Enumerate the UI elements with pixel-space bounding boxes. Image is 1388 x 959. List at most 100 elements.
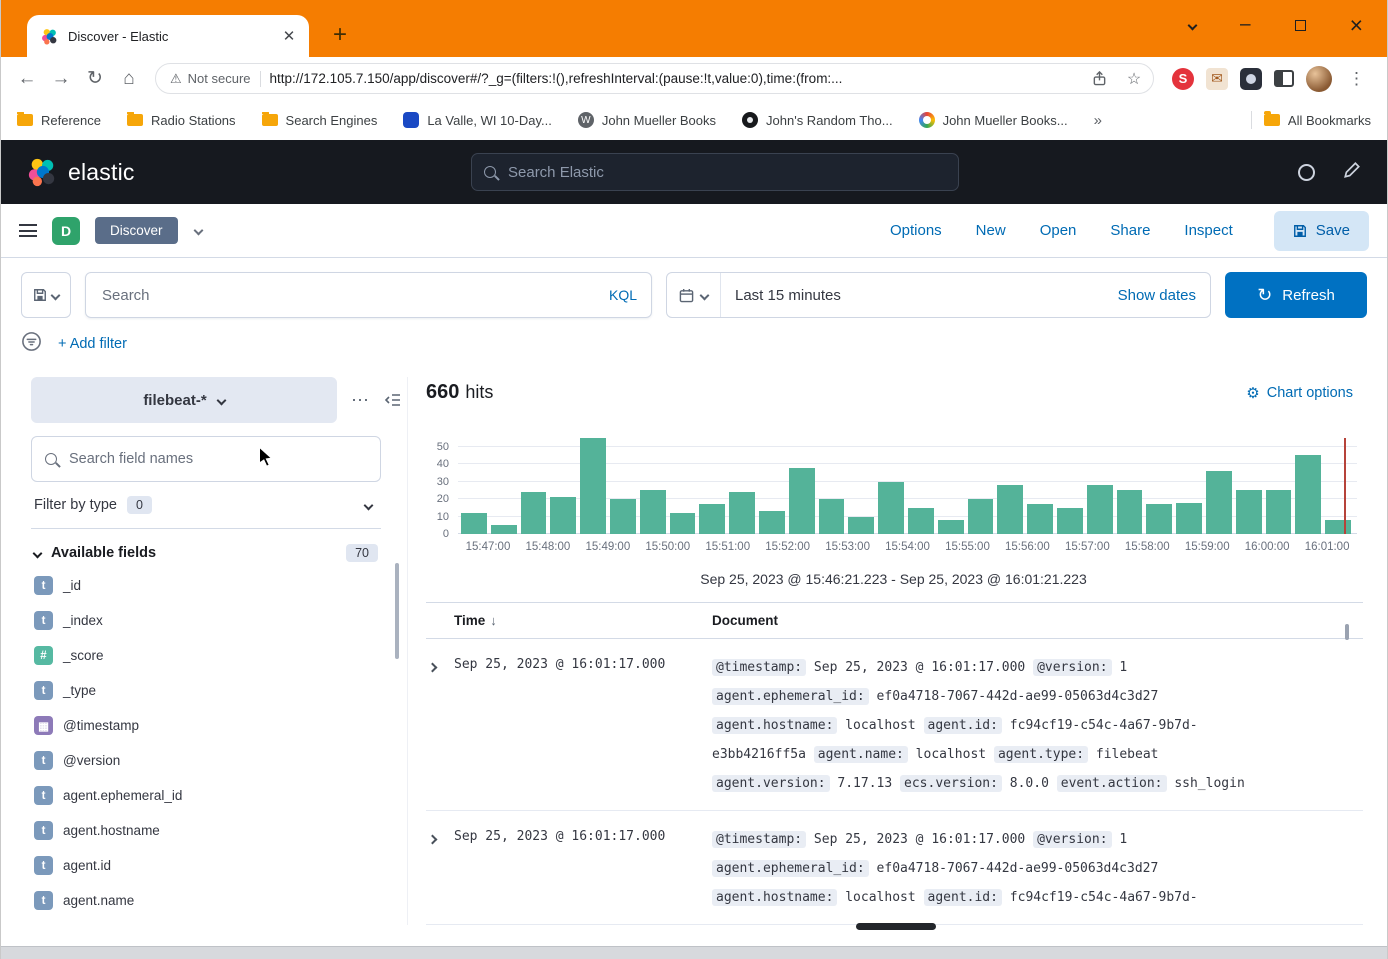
appbar-link-new[interactable]: New	[976, 222, 1006, 239]
histogram-bar[interactable]	[1176, 503, 1202, 534]
back-button[interactable]: ←	[11, 63, 43, 95]
forward-button[interactable]: →	[45, 63, 77, 95]
address-bar[interactable]: ⚠ Not secure http://172.105.7.150/app/di…	[155, 63, 1154, 94]
histogram-bar[interactable]	[580, 438, 606, 534]
histogram-bar[interactable]	[819, 499, 845, 534]
appbar-link-options[interactable]: Options	[890, 222, 942, 239]
profile-avatar[interactable]	[1306, 66, 1332, 92]
field-list-item[interactable]: ▦ @timestamp	[31, 708, 381, 743]
expand-row-button[interactable]	[426, 653, 454, 798]
bookmark-item[interactable]: John Mueller Books	[578, 112, 716, 128]
filter-icon[interactable]	[21, 331, 42, 357]
histogram-bar[interactable]	[908, 508, 934, 534]
histogram-bar[interactable]	[1087, 485, 1113, 534]
time-range-label[interactable]: Last 15 minutes	[721, 287, 1118, 304]
horizontal-scrollbar-thumb[interactable]	[856, 923, 936, 930]
space-badge[interactable]: D	[52, 217, 80, 245]
elastic-logo[interactable]: elastic	[27, 157, 135, 187]
histogram-bar[interactable]	[1266, 490, 1292, 534]
window-close-button[interactable]: ×	[1350, 17, 1363, 33]
window-maximize-button[interactable]	[1295, 20, 1306, 31]
histogram-bar[interactable]	[1206, 471, 1232, 534]
chart-options-button[interactable]: ⚙ Chart options	[1246, 384, 1361, 402]
help-icon[interactable]	[1298, 164, 1315, 181]
histogram-bar[interactable]	[1295, 455, 1321, 534]
bookmark-item[interactable]: John's Random Tho...	[742, 112, 893, 128]
global-search[interactable]	[471, 153, 959, 191]
browser-menu-icon[interactable]: ⋮	[1344, 69, 1369, 89]
sort-descending-icon[interactable]: ↓	[490, 613, 497, 628]
field-search-input[interactable]	[67, 450, 367, 468]
breadcrumb[interactable]: Discover	[95, 217, 178, 244]
histogram-bar[interactable]	[968, 499, 994, 534]
collapse-sidebar-icon[interactable]	[384, 392, 402, 408]
kql-search-input[interactable]	[100, 286, 600, 305]
mail-extension-icon[interactable]: ✉	[1206, 68, 1228, 90]
field-list-item[interactable]: t agent.id	[31, 848, 381, 883]
histogram-bar[interactable]	[521, 492, 547, 534]
histogram-bar[interactable]	[1146, 504, 1172, 534]
tab-search-chevron-icon[interactable]	[1188, 20, 1198, 30]
histogram-bar[interactable]	[1057, 508, 1083, 534]
histogram-bar[interactable]	[848, 517, 874, 534]
date-picker-quick-menu[interactable]	[667, 273, 721, 317]
field-list-item[interactable]: t _type	[31, 673, 381, 708]
show-dates-button[interactable]: Show dates	[1118, 287, 1210, 304]
field-list-item[interactable]: t agent.name	[31, 883, 381, 918]
histogram-bar[interactable]	[670, 513, 696, 534]
kql-language-button[interactable]: KQL	[609, 287, 637, 303]
filter-by-type[interactable]: Filter by type 0	[31, 482, 381, 529]
saved-query-button[interactable]	[21, 272, 71, 318]
field-list-item[interactable]: t @version	[31, 743, 381, 778]
bookmark-item[interactable]: Search Engines	[262, 113, 378, 128]
kql-search-box[interactable]: KQL	[85, 272, 652, 318]
vertical-scrollbar-thumb[interactable]	[1345, 624, 1349, 640]
appbar-link-open[interactable]: Open	[1040, 222, 1077, 239]
share-icon[interactable]	[1086, 71, 1112, 86]
field-list-item[interactable]: t agent.hostname	[31, 813, 381, 848]
save-button[interactable]: Save	[1274, 211, 1369, 251]
histogram-bar[interactable]	[1117, 490, 1143, 534]
field-list-item[interactable]: t _index	[31, 603, 381, 638]
histogram-bar[interactable]	[550, 497, 576, 534]
bookmarks-overflow-button[interactable]: »	[1094, 112, 1102, 129]
histogram-bar[interactable]	[640, 490, 666, 534]
field-list-item[interactable]: t agent.ephemeral_id	[31, 778, 381, 813]
field-list-item[interactable]: t _id	[31, 568, 381, 603]
histogram-bar[interactable]	[1236, 490, 1262, 534]
time-column-header[interactable]: Time ↓	[426, 613, 712, 628]
dark-extension-icon[interactable]	[1240, 68, 1262, 90]
appbar-link-inspect[interactable]: Inspect	[1184, 222, 1232, 239]
bookmark-item[interactable]: La Valle, WI 10-Day...	[403, 112, 552, 128]
histogram-bar[interactable]	[1027, 504, 1053, 534]
bookmark-star-icon[interactable]: ☆	[1121, 69, 1147, 89]
available-fields-header[interactable]: Available fields 70	[31, 529, 381, 568]
histogram-bar[interactable]	[789, 468, 815, 534]
bookmark-item[interactable]: John Mueller Books...	[919, 112, 1068, 128]
histogram-bar[interactable]	[699, 504, 725, 534]
side-panel-icon[interactable]	[1274, 70, 1294, 87]
histogram-bar[interactable]	[491, 525, 517, 534]
bookmark-item[interactable]: Reference	[17, 113, 101, 128]
new-tab-button[interactable]: +	[325, 20, 355, 50]
histogram-bar[interactable]	[878, 482, 904, 534]
histogram-bar[interactable]	[461, 513, 487, 534]
global-search-input[interactable]	[506, 163, 946, 182]
field-options-icon[interactable]: ⋯	[351, 395, 370, 405]
window-minimize-button[interactable]: –	[1240, 20, 1251, 30]
bookmark-item[interactable]: Radio Stations	[127, 113, 236, 128]
histogram-bar[interactable]	[729, 492, 755, 534]
url-text[interactable]: http://172.105.7.150/app/discover#/?_g=(…	[270, 71, 1077, 86]
histogram-bar[interactable]	[997, 485, 1023, 534]
all-bookmarks-button[interactable]: All Bookmarks	[1264, 113, 1371, 128]
field-search-box[interactable]	[31, 436, 381, 482]
adblock-extension-icon[interactable]: S	[1172, 68, 1194, 90]
not-secure-chip[interactable]: ⚠ Not secure	[170, 71, 251, 87]
home-button[interactable]: ⌂	[113, 63, 145, 95]
histogram-bar[interactable]	[610, 499, 636, 534]
menu-icon[interactable]	[19, 224, 37, 237]
sidebar-scrollbar-thumb[interactable]	[395, 563, 399, 659]
feedback-icon[interactable]	[1343, 161, 1361, 184]
histogram-bar[interactable]	[759, 511, 785, 534]
refresh-button[interactable]: ↻ Refresh	[1225, 272, 1367, 318]
